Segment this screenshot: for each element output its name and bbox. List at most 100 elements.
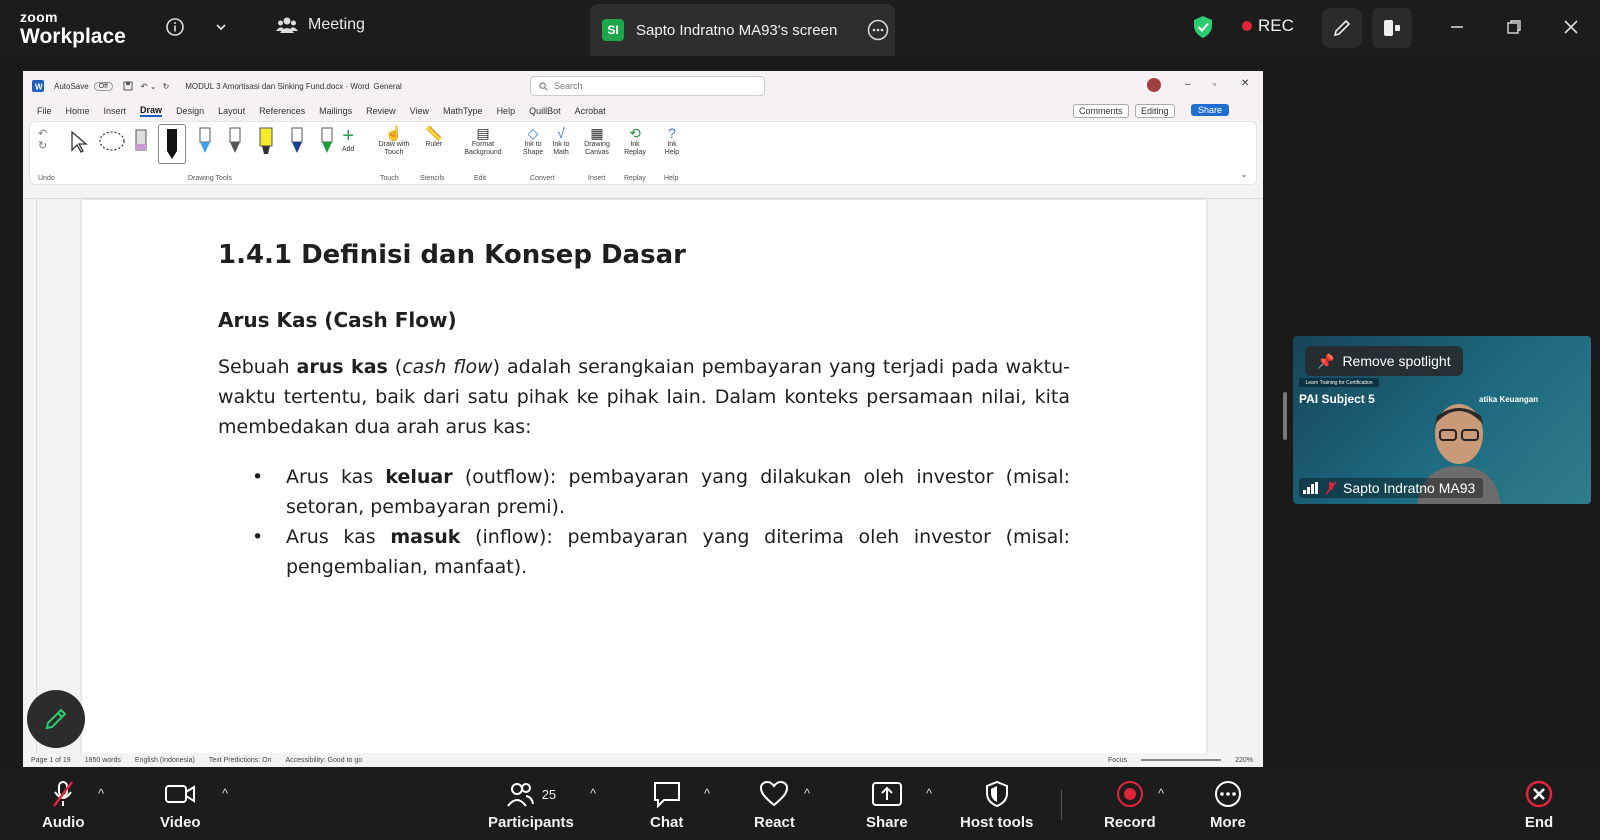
meeting-menu[interactable]: Meeting: [276, 16, 365, 34]
user-avatar[interactable]: [1147, 78, 1161, 92]
drawing-canvas-button[interactable]: ▦ Drawing Canvas: [580, 125, 614, 157]
tab-view[interactable]: View: [410, 106, 429, 116]
autosave-toggle[interactable]: Off: [93, 81, 113, 91]
tab-review[interactable]: Review: [366, 106, 396, 116]
spotlight-video[interactable]: Learn Training for Certification PAI Sub…: [1293, 336, 1591, 504]
tab-references[interactable]: References: [259, 106, 305, 116]
green-pen-icon[interactable]: [320, 126, 334, 156]
meeting-topbar: zoom Workplace Meeting SI Sapto Indratno…: [0, 0, 1600, 56]
encryption-shield-icon[interactable]: [1188, 12, 1218, 42]
shared-screen-tab[interactable]: SI Sapto Indratno MA93's screen: [590, 4, 895, 56]
ink-help-button[interactable]: ? Ink Help: [660, 125, 684, 157]
add-pen-button[interactable]: + Add: [342, 126, 354, 154]
share-doc-button[interactable]: Share: [1191, 104, 1230, 116]
blue-pen-icon[interactable]: [198, 126, 212, 156]
view-layout-button[interactable]: [1372, 8, 1412, 48]
host-tools-button[interactable]: Host tools: [960, 780, 1033, 831]
ink-to-shape-button[interactable]: ◇ Ink to Shape: [520, 125, 546, 157]
participants-options-caret[interactable]: ^: [590, 786, 596, 801]
meeting-controls: Audio ^ Video ^ 25 Participants ^ Chat ^…: [0, 768, 1600, 840]
tab-file[interactable]: File: [37, 106, 52, 116]
tab-acrobat[interactable]: Acrobat: [575, 106, 606, 116]
word-minimize-icon[interactable]: –: [1185, 79, 1191, 90]
pencil-icon: [1333, 19, 1351, 37]
more-label: More: [1210, 814, 1246, 831]
tab-mailings[interactable]: Mailings: [319, 106, 352, 116]
toolbar-divider: [1061, 790, 1062, 820]
math-icon: √: [557, 125, 565, 141]
chat-button[interactable]: Chat: [650, 780, 683, 831]
pencil-tool-icon[interactable]: [228, 126, 242, 156]
editing-mode-button[interactable]: Editing: [1135, 104, 1175, 118]
info-icon[interactable]: [160, 12, 190, 42]
text-predictions-status[interactable]: Text Predictions: On: [209, 757, 272, 764]
annotation-pen-button[interactable]: [27, 690, 85, 748]
word-count[interactable]: 1850 words: [85, 757, 121, 764]
undo-icon[interactable]: ↶ ↻: [38, 128, 47, 152]
group-drawing-tools: Drawing Tools: [188, 175, 232, 182]
annotate-button[interactable]: [1322, 8, 1362, 48]
ribbon-collapse-icon[interactable]: ⌄: [1240, 169, 1248, 180]
panel-splitter[interactable]: [1283, 392, 1287, 440]
participant-name: Sapto Indratno MA93: [1343, 480, 1476, 496]
recording-indicator[interactable]: REC: [1242, 16, 1294, 36]
participants-button[interactable]: 25 Participants: [488, 780, 574, 831]
undo-arrow-icon[interactable]: ↶ ⌄: [141, 82, 157, 91]
navy-pen-icon[interactable]: [290, 126, 304, 156]
sensitivity-label[interactable]: General: [373, 82, 401, 91]
tab-draw[interactable]: Draw: [140, 105, 163, 117]
word-search-box[interactable]: Search: [530, 76, 765, 96]
video-button[interactable]: Video: [160, 780, 201, 831]
more-button[interactable]: More: [1210, 780, 1246, 831]
tab-mathtype[interactable]: MathType: [443, 106, 483, 116]
zoom-slider[interactable]: [1141, 759, 1222, 761]
page-count[interactable]: Page 1 of 19: [31, 757, 71, 764]
language-status[interactable]: English (Indonesia): [135, 757, 195, 764]
eraser-pen-icon[interactable]: [134, 126, 148, 156]
audio-button[interactable]: Audio: [42, 780, 85, 831]
document-body[interactable]: 1.4.1 Definisi dan Konsep Dasar Arus Kas…: [218, 240, 1070, 582]
vertical-ruler: [23, 199, 37, 759]
zoom-level[interactable]: 220%: [1235, 757, 1253, 764]
tab-insert[interactable]: Insert: [104, 106, 127, 116]
horizontal-ruler: [23, 187, 1263, 199]
word-close-icon[interactable]: ✕: [1241, 78, 1249, 89]
comments-button[interactable]: Comments: [1073, 104, 1129, 118]
redo-arrow-icon[interactable]: ↻: [163, 82, 170, 91]
tab-quillbot[interactable]: QuillBot: [529, 106, 561, 116]
share-options-caret[interactable]: ^: [926, 786, 932, 801]
video-camera-icon: [165, 785, 196, 803]
word-restore-icon[interactable]: ▫: [1213, 79, 1216, 89]
lasso-select-icon[interactable]: [98, 130, 126, 154]
ruler-button[interactable]: 📏 Ruler: [425, 125, 442, 149]
word-titlebar: W AutoSave Off ↶ ⌄ ↻ MODUL 3 Amortisasi …: [23, 71, 1263, 101]
select-pointer-icon[interactable]: [70, 130, 88, 154]
black-pen-icon[interactable]: [158, 124, 186, 164]
accessibility-status[interactable]: Accessibility: Good to go: [285, 757, 362, 764]
draw-with-touch-button[interactable]: ☝ Draw with Touch: [374, 125, 414, 157]
record-button[interactable]: Record: [1104, 780, 1156, 831]
record-options-caret[interactable]: ^: [1158, 786, 1164, 801]
minimize-icon[interactable]: [1442, 12, 1472, 42]
autosave-label: AutoSave: [54, 81, 89, 91]
restore-icon[interactable]: [1499, 12, 1529, 42]
ink-to-math-button[interactable]: √ Ink to Math: [548, 125, 574, 157]
audio-options-caret[interactable]: ^: [98, 786, 104, 801]
close-icon[interactable]: [1556, 12, 1586, 42]
focus-button[interactable]: Focus: [1108, 757, 1127, 764]
tab-help[interactable]: Help: [497, 106, 516, 116]
tab-layout[interactable]: Layout: [218, 106, 245, 116]
react-options-caret[interactable]: ^: [804, 786, 810, 801]
ink-replay-button[interactable]: ⟲ Ink Replay: [623, 125, 647, 157]
chevron-down-icon[interactable]: [206, 12, 236, 42]
share-screen-button[interactable]: Share: [866, 780, 908, 831]
format-background-button[interactable]: ▤ Format Background: [458, 125, 508, 157]
chat-options-caret[interactable]: ^: [704, 786, 710, 801]
yellow-highlighter-icon[interactable]: [258, 126, 274, 156]
tab-design[interactable]: Design: [176, 106, 204, 116]
video-options-caret[interactable]: ^: [222, 786, 228, 801]
end-meeting-button[interactable]: End: [1524, 780, 1554, 831]
react-button[interactable]: React: [754, 780, 795, 831]
tab-home[interactable]: Home: [66, 106, 90, 116]
remove-spotlight-button[interactable]: 📌 Remove spotlight: [1305, 346, 1463, 376]
